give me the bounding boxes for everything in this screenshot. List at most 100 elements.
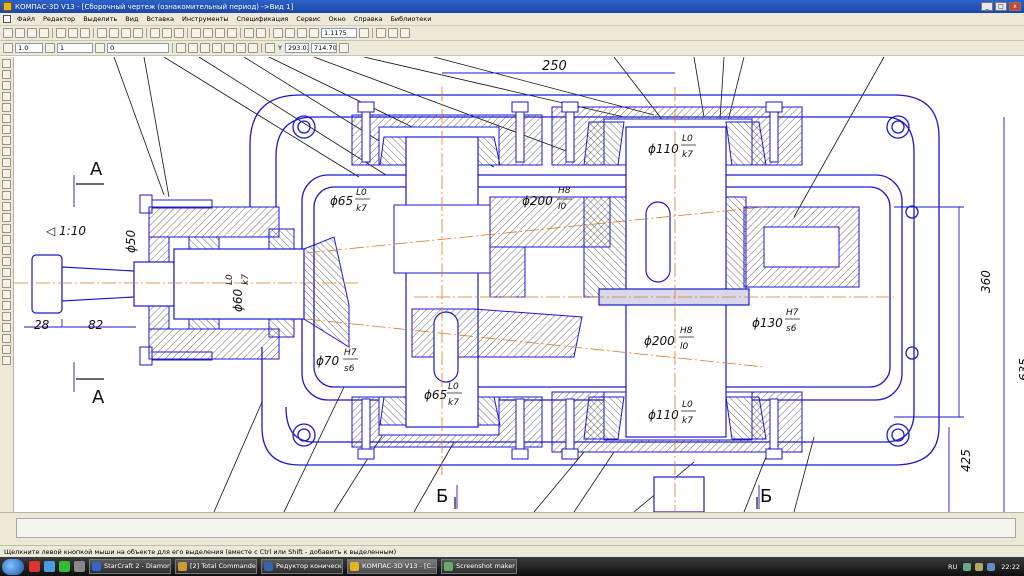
pan-icon[interactable] (376, 28, 386, 38)
designations-tool-icon[interactable] (2, 81, 11, 90)
close-button[interactable]: x (1009, 2, 1021, 11)
ortho-icon[interactable] (224, 43, 234, 53)
equidistant-tool-icon[interactable] (2, 312, 11, 321)
snap-binding-icon[interactable] (248, 43, 258, 53)
network-icon[interactable] (963, 562, 972, 571)
folder-icon[interactable] (74, 561, 85, 572)
scale-icon[interactable] (3, 43, 13, 53)
skype-icon[interactable] (59, 561, 70, 572)
local-cs-icon[interactable] (212, 43, 222, 53)
assembly-drawing[interactable]: 250 28 82 ϕ50 ◁ 1:10 360 635 425 ϕ65 L0 … (14, 57, 1024, 512)
minimize-button[interactable]: _ (981, 2, 993, 11)
menu-specification[interactable]: Спецификация (233, 15, 293, 23)
zoom-window-icon[interactable] (273, 28, 283, 38)
snap-icon[interactable] (176, 43, 186, 53)
table-tool-icon[interactable] (2, 345, 11, 354)
layer-icon[interactable] (45, 43, 55, 53)
maximize-button[interactable]: □ (995, 2, 1007, 11)
raster-tool-icon[interactable] (2, 356, 11, 365)
task-screenshot-maker[interactable]: Screenshot maker (441, 559, 517, 574)
circle-tool-icon[interactable] (2, 191, 11, 200)
polyline-tool-icon[interactable] (2, 224, 11, 233)
print-icon[interactable] (56, 28, 66, 38)
copy-icon[interactable] (109, 28, 119, 38)
style-field[interactable]: 0 (107, 43, 169, 53)
coord-options-icon[interactable] (338, 43, 349, 53)
task-document[interactable]: Редуктор конического... (261, 559, 343, 574)
zoom-all-icon[interactable] (388, 28, 398, 38)
task-starcraft[interactable]: StarCraft 2 - Diamond ... (89, 559, 171, 574)
drawing-canvas[interactable]: 250 28 82 ϕ50 ◁ 1:10 360 635 425 ϕ65 L0 … (14, 57, 1024, 512)
parametrization-tool-icon[interactable] (2, 103, 11, 112)
dimensions-tool-icon[interactable] (2, 70, 11, 79)
redo-icon[interactable] (174, 28, 184, 38)
menu-view[interactable]: Вид (121, 15, 142, 23)
task-kompas[interactable]: КОМПАС-3D V13 - [С... (347, 559, 437, 574)
zoom-scale-icon[interactable] (309, 28, 319, 38)
property-panel-box[interactable] (16, 518, 1016, 538)
point-tool-icon[interactable] (2, 169, 11, 178)
text-tool-icon[interactable] (2, 334, 11, 343)
start-button[interactable] (2, 558, 24, 575)
menu-tools[interactable]: Инструменты (178, 15, 233, 23)
polygon-tool-icon[interactable] (2, 279, 11, 288)
arc-tool-icon[interactable] (2, 202, 11, 211)
print-preview-icon[interactable] (68, 28, 78, 38)
save-all-icon[interactable] (39, 28, 49, 38)
geometry-tool-icon[interactable] (2, 59, 11, 68)
style-icon[interactable] (95, 43, 105, 53)
menu-select[interactable]: Выделить (79, 15, 121, 23)
associative-views-icon[interactable] (2, 136, 11, 145)
menu-libraries[interactable]: Библиотеки (386, 15, 435, 23)
measure-tool-icon[interactable] (2, 114, 11, 123)
auxiliary-line-icon[interactable] (2, 323, 11, 332)
link-icon[interactable] (150, 28, 160, 38)
undo-icon[interactable] (162, 28, 172, 38)
language-indicator[interactable]: RU (948, 563, 957, 571)
rectangle-tool-icon[interactable] (2, 268, 11, 277)
layer-field[interactable]: 1 (57, 43, 93, 53)
grid-toggle-icon[interactable] (200, 43, 210, 53)
task-total-commander[interactable]: [2] Total Commander ... (175, 559, 257, 574)
reports-tool-icon[interactable] (2, 158, 11, 167)
opera-icon[interactable] (29, 561, 40, 572)
new-document-icon[interactable] (3, 28, 13, 38)
menu-service[interactable]: Сервис (292, 15, 324, 23)
menu-file[interactable]: Файл (13, 15, 39, 23)
zoom-field[interactable]: 1.1175 (321, 28, 357, 38)
menu-insert[interactable]: Вставка (142, 15, 178, 23)
spline-tool-icon[interactable] (2, 235, 11, 244)
variables-icon[interactable] (215, 28, 225, 38)
manager-icon[interactable] (191, 28, 201, 38)
help-pointer-icon[interactable] (244, 28, 254, 38)
paste-icon[interactable] (121, 28, 131, 38)
segment-tool-icon[interactable] (2, 180, 11, 189)
cut-icon[interactable] (97, 28, 107, 38)
round-icon[interactable] (236, 43, 246, 53)
zoom-dropdown-icon[interactable] (359, 28, 369, 38)
coord-x-field[interactable]: 293.0310 (284, 43, 309, 53)
specification-tool-icon[interactable] (2, 147, 11, 156)
menu-help[interactable]: Справка (350, 15, 387, 23)
color-icon[interactable] (188, 43, 198, 53)
calculator-icon[interactable] (227, 28, 237, 38)
volume-icon[interactable] (975, 562, 984, 571)
contour-tool-icon[interactable] (2, 301, 11, 310)
chamfer-tool-icon[interactable] (2, 257, 11, 266)
library-icon[interactable] (203, 28, 213, 38)
coord-y-field[interactable]: 714.7096 (310, 43, 337, 53)
coordinates-icon[interactable] (265, 43, 275, 53)
fillet-tool-icon[interactable] (2, 246, 11, 255)
editing-tool-icon[interactable] (2, 92, 11, 101)
menu-window[interactable]: Окно (325, 15, 350, 23)
clock[interactable]: 22:22 (1001, 563, 1020, 571)
save-icon[interactable] (27, 28, 37, 38)
ellipse-tool-icon[interactable] (2, 213, 11, 222)
format-painter-icon[interactable] (133, 28, 143, 38)
grid-icon[interactable] (256, 28, 266, 38)
scale-field[interactable]: 1.0 (15, 43, 43, 53)
properties-icon[interactable] (80, 28, 90, 38)
hatch-tool-icon[interactable] (2, 290, 11, 299)
zoom-in-icon[interactable] (285, 28, 295, 38)
refresh-icon[interactable] (400, 28, 410, 38)
